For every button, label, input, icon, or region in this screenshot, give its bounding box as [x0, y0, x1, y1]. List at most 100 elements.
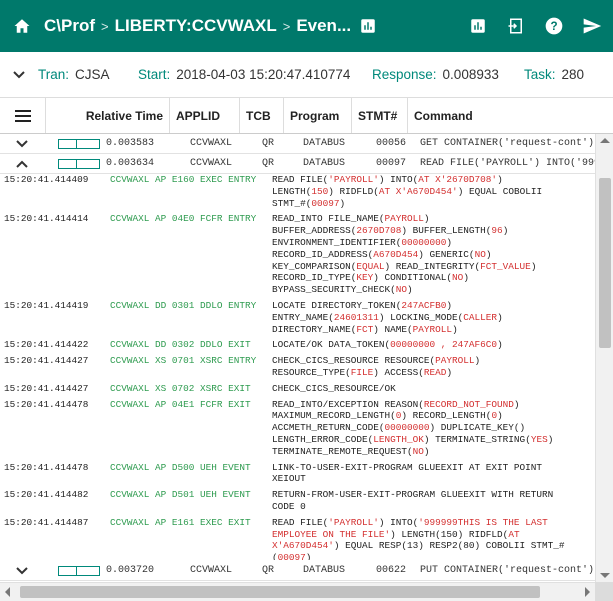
column-applid[interactable]: APPLID	[170, 98, 240, 133]
chevron-down-icon[interactable]	[0, 139, 44, 148]
trace-param-value: PAYROLL	[412, 323, 453, 335]
table-row[interactable]: 0.003583 CCVWAXL QR DATABUS 00056 GET CO…	[0, 134, 595, 154]
scroll-down-icon[interactable]	[600, 573, 610, 578]
trace-line: (00097)	[272, 552, 590, 560]
chart-icon[interactable]	[467, 15, 489, 37]
trace-text-segment: ) TERMINATE_STRING(	[423, 433, 531, 445]
trace-line: BYPASS_SECURITY_CHECK(NO)	[272, 284, 590, 296]
trace-text-segment: )	[497, 410, 503, 422]
trace-text-segment: CHECK_CICS_RESOURCE/OK	[272, 382, 396, 394]
home-icon[interactable]	[0, 0, 44, 52]
trace-text: READ_INTO/EXCEPTION REASON(RECORD_NOT_FO…	[272, 399, 590, 458]
trace-time: 15:20:41.414487	[4, 516, 89, 528]
trace-param-value: 'PAYROLL'	[328, 174, 379, 185]
trace-event: CCVWAXL DD 0302 DDLO EXIT	[110, 339, 251, 351]
scrollbar-thumb[interactable]	[599, 178, 611, 348]
trace-param-value: 24601311	[333, 311, 379, 323]
trace-line: XEIOUT	[272, 473, 590, 485]
trace-entry: 15:20:41.414414 CCVWAXL AP 04E0 FCFR ENTR…	[0, 213, 593, 296]
column-tcb[interactable]: TCB	[240, 98, 284, 133]
breadcrumb-region[interactable]: LIBERTY:CCVWAXL	[115, 16, 277, 36]
cell-tcb: QR	[261, 138, 274, 149]
trace-line: RECORD_ID_TYPE(KEY) CONDITIONAL(NO)	[272, 272, 590, 284]
trace-event: CCVWAXL XS 0701 XSRC ENTRY	[110, 355, 257, 367]
scroll-up-icon[interactable]	[600, 138, 610, 143]
export-icon[interactable]	[505, 15, 527, 37]
trace-text-segment: )	[305, 552, 312, 560]
trace-event: CCVWAXL DD 0301 DDLO ENTRY	[110, 299, 257, 311]
column-command[interactable]: Command	[408, 98, 613, 133]
send-icon[interactable]	[581, 15, 603, 37]
scroll-right-icon[interactable]	[585, 587, 590, 597]
trace-text-segment: )	[452, 323, 458, 335]
column-stmt[interactable]: STMT#	[352, 98, 408, 133]
trace-line: EMPLOYEE ON THE FILE') LENGTH(150) RIDFL…	[272, 529, 590, 541]
trace-param-value: NO	[474, 248, 486, 260]
chevron-down-icon[interactable]	[0, 566, 44, 575]
chart-icon[interactable]	[359, 17, 377, 35]
trace-param-value: YES	[530, 433, 548, 445]
cell-applid: CCVWAXL	[189, 565, 232, 576]
horizontal-scrollbar[interactable]	[0, 582, 595, 601]
breadcrumb-profile[interactable]: C\Prof	[44, 16, 95, 36]
trace-text-segment: LOCATE/OK DATA_TOKEN(	[272, 339, 391, 351]
trace-text-segment: ENTRY_NAME(	[272, 311, 334, 323]
trace-text-segment: RESOURCE_TYPE(	[272, 366, 351, 378]
trace-text-segment: LENGTH(	[272, 185, 312, 197]
trace-param-value: 00000000	[384, 422, 430, 434]
trace-line: READ FILE('PAYROLL') INTO('999999THIS IS…	[272, 517, 590, 529]
trace-entry: 15:20:41.414427 CCVWAXL XS 0702 XSRC EXIT…	[0, 383, 593, 395]
column-relative-time[interactable]: Relative Time	[46, 98, 170, 133]
trace-text-segment: ENVIRONMENT_IDENTIFIER(	[272, 236, 402, 248]
menu-icon[interactable]	[0, 98, 46, 133]
column-program[interactable]: Program	[284, 98, 352, 133]
trace-text: READ FILE('PAYROLL') INTO(AT X'2670D708'…	[272, 174, 590, 209]
trace-param-value: RECORD_NOT_FOUND	[423, 398, 514, 410]
cell-applid: CCVWAXL	[189, 158, 232, 169]
trace-param-value: 00097	[277, 552, 306, 560]
trace-param-value: AT X'2670D708'	[418, 174, 498, 185]
trace-text-segment: )	[407, 284, 413, 296]
table-row[interactable]: 0.003634 CCVWAXL QR DATABUS 00097 READ F…	[0, 154, 595, 174]
chevron-down-icon[interactable]	[0, 70, 38, 79]
trace-param-value: 2670D708	[356, 225, 402, 237]
trace-text: READ FILE('PAYROLL') INTO('999999THIS IS…	[272, 517, 590, 560]
trace-text-segment: )	[497, 174, 503, 185]
breadcrumb-separator: >	[282, 18, 291, 34]
trace-entry: 15:20:41.414487 CCVWAXL AP E161 EXEC EXIT…	[0, 517, 593, 560]
trace-line: RECORD_ID_ADDRESS(A670D454) GENERIC(NO)	[272, 249, 590, 261]
trace-time: 15:20:41.414478	[4, 461, 89, 473]
scrollbar-thumb[interactable]	[20, 586, 540, 598]
trace-text-segment: XEIOUT	[272, 473, 306, 485]
header-actions: ?	[467, 0, 603, 52]
trace-entry: 15:20:41.414478 CCVWAXL AP D500 UEH EVENT…	[0, 462, 593, 486]
trace-line: RETURN-FROM-USER-EXIT-PROGRAM GLUEEXIT W…	[272, 489, 590, 501]
trace-param-value: FCT_VALUE	[480, 260, 531, 272]
trace-param-value: CALLER	[463, 311, 498, 323]
trace-text-segment: RETURN-FROM-USER-EXIT-PROGRAM GLUEEXIT W…	[272, 489, 554, 501]
trace-param-value: PAYROLL	[384, 213, 424, 225]
trace-text-segment: )	[547, 433, 554, 445]
trace-time: 15:20:41.414427	[4, 382, 89, 394]
trace-time: 15:20:41.414482	[4, 489, 89, 501]
trace-line: X'A670D454') EQUAL RESP(13) RESP2(80) CO…	[272, 540, 590, 552]
trace-text-segment: )	[446, 366, 453, 378]
table-row[interactable]: 0.003720 CCVWAXL QR DATABUS 00622 PUT CO…	[0, 561, 595, 581]
chevron-up-icon[interactable]	[0, 160, 44, 168]
cell-command: GET CONTAINER('request-cont')	[420, 138, 595, 149]
help-icon[interactable]: ?	[543, 15, 565, 37]
trace-text-segment: )	[446, 236, 453, 248]
trace-text-segment: LOCATE DIRECTORY_TOKEN(	[272, 299, 402, 311]
trace-text-segment: CODE 0	[272, 500, 306, 512]
trace-event: CCVWAXL AP D500 UEH EVENT	[110, 461, 251, 473]
vertical-scrollbar[interactable]	[595, 134, 613, 582]
cell-time: 0.003634	[106, 158, 155, 169]
summary-tran: Tran: CJSA	[38, 67, 110, 82]
trace-text-segment: ) BUFFER_LENGTH(	[401, 225, 492, 237]
trace-event: CCVWAXL AP 04E1 FCFR EXIT	[110, 398, 251, 410]
breadcrumb-events[interactable]: Even...	[296, 16, 351, 36]
cell-stmt: 00097	[375, 158, 406, 169]
scroll-left-icon[interactable]	[5, 587, 10, 597]
trace-param-value: FILE	[350, 366, 374, 378]
trace-entry: 15:20:41.414478 CCVWAXL AP 04E1 FCFR EXIT…	[0, 399, 593, 458]
